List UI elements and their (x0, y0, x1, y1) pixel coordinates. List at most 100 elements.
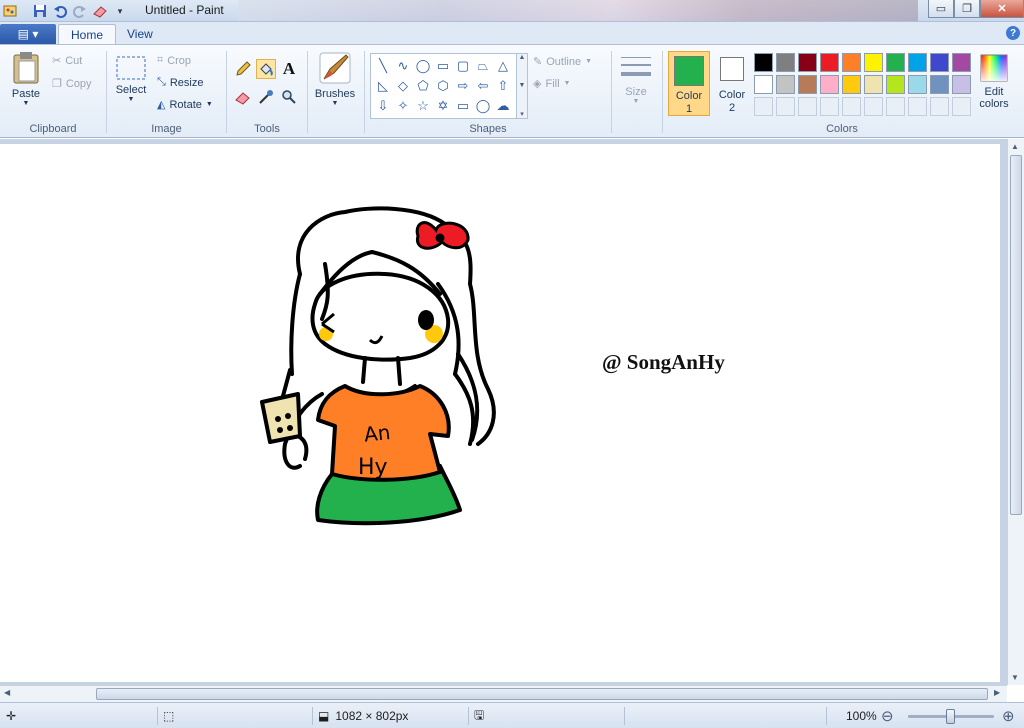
four-point-star-shape-icon[interactable]: ✧ (393, 96, 413, 116)
vertical-scroll-thumb[interactable] (1010, 155, 1022, 515)
palette-swatch[interactable] (842, 53, 861, 72)
palette-swatch[interactable] (842, 75, 861, 94)
triangle-shape-icon[interactable]: △ (493, 56, 513, 76)
crop-button[interactable]: ⌗ Crop (157, 54, 191, 67)
palette-swatch[interactable] (754, 53, 773, 72)
select-button[interactable]: Select ▼ (113, 55, 149, 103)
scroll-right-icon[interactable]: ▶ (994, 688, 1000, 697)
five-point-star-shape-icon[interactable]: ☆ (413, 96, 433, 116)
file-menu-button[interactable]: ▤ ▾ (0, 24, 56, 44)
tab-home[interactable]: Home (58, 24, 117, 44)
paste-button[interactable]: Paste ▼ (6, 51, 46, 107)
rounded-callout-shape-icon[interactable]: ▭ (453, 96, 473, 116)
palette-custom-swatch[interactable] (886, 97, 905, 116)
size-button[interactable]: Size ▼ (616, 53, 656, 105)
palette-custom-swatch[interactable] (754, 97, 773, 116)
oval-callout-shape-icon[interactable]: ◯ (473, 96, 493, 116)
palette-swatch[interactable] (886, 53, 905, 72)
fill-tool[interactable] (256, 59, 276, 79)
up-arrow-shape-icon[interactable]: ⇧ (493, 76, 513, 96)
zoom-in-icon[interactable]: ⊕ (1002, 703, 1015, 728)
palette-swatch[interactable] (908, 75, 927, 94)
help-icon[interactable]: ? (1006, 26, 1020, 40)
color1-button[interactable]: Color 1 (668, 51, 710, 116)
eraser-icon[interactable] (90, 2, 110, 20)
fill-button[interactable]: ◈ Fill ▼ (533, 77, 570, 91)
curve-shape-icon[interactable]: ∿ (393, 56, 413, 76)
redo-icon[interactable] (70, 2, 90, 20)
hexagon-shape-icon[interactable]: ⬡ (433, 76, 453, 96)
color-picker-tool[interactable] (256, 87, 276, 107)
oval-shape-icon[interactable]: ◯ (413, 56, 433, 76)
color2-button[interactable]: Color 2 (712, 51, 752, 116)
vertical-scrollbar[interactable]: ▲ ▼ (1007, 139, 1024, 685)
customize-dropdown-icon[interactable]: ▾ (110, 2, 130, 20)
polygon-shape-icon[interactable]: ⏢ (473, 56, 493, 76)
diamond-shape-icon[interactable]: ◇ (393, 76, 413, 96)
scroll-down-icon[interactable]: ▼ (1011, 673, 1019, 682)
palette-custom-swatch[interactable] (842, 97, 861, 116)
outline-button[interactable]: ✎ Outline ▼ (533, 55, 592, 69)
palette-swatch[interactable] (952, 53, 971, 72)
pentagon-shape-icon[interactable]: ⬠ (413, 76, 433, 96)
shapes-gallery-scroll[interactable]: ▲ ▼ ▾ (516, 54, 527, 118)
pencil-tool[interactable] (233, 59, 253, 79)
resize-button[interactable]: ⤡ Resize (157, 76, 203, 89)
copy-button[interactable]: ❐ Copy (52, 77, 92, 91)
palette-swatch[interactable] (952, 75, 971, 94)
palette-custom-swatch[interactable] (952, 97, 971, 116)
scroll-left-icon[interactable]: ◀ (4, 688, 10, 697)
palette-swatch[interactable] (930, 53, 949, 72)
palette-custom-swatch[interactable] (776, 97, 795, 116)
zoom-out-icon[interactable]: ⊖ (881, 703, 894, 728)
palette-custom-swatch[interactable] (820, 97, 839, 116)
chevron-up-icon[interactable]: ▲ (519, 54, 526, 61)
brushes-button[interactable]: Brushes ▼ (312, 51, 358, 107)
rotate-button[interactable]: ◭ Rotate ▼ (157, 98, 213, 112)
undo-icon[interactable] (50, 2, 70, 20)
left-arrow-shape-icon[interactable]: ⇦ (473, 76, 493, 96)
drawing-canvas[interactable]: An Hy @ SongAnHy (0, 144, 1006, 690)
eraser-tool[interactable] (233, 87, 253, 107)
tab-view[interactable]: View (115, 24, 165, 44)
rectangle-shape-icon[interactable]: ▭ (433, 56, 453, 76)
close-button[interactable]: ✕ (980, 0, 1024, 18)
zoom-slider-thumb[interactable] (946, 709, 955, 724)
palette-swatch[interactable] (798, 75, 817, 94)
cloud-callout-shape-icon[interactable]: ☁ (493, 96, 513, 116)
maximize-button[interactable]: ❐ (954, 0, 980, 18)
down-arrow-shape-icon[interactable]: ⇩ (373, 96, 393, 116)
edit-colors-button[interactable]: Edit colors (972, 53, 1016, 110)
horizontal-scrollbar[interactable]: ◀ ▶ (0, 685, 1007, 702)
six-point-star-shape-icon[interactable]: ✡ (433, 96, 453, 116)
palette-swatch[interactable] (864, 75, 883, 94)
palette-swatch[interactable] (754, 75, 773, 94)
palette-swatch[interactable] (930, 75, 949, 94)
palette-swatch[interactable] (820, 75, 839, 94)
horizontal-scroll-thumb[interactable] (96, 688, 988, 700)
palette-custom-swatch[interactable] (798, 97, 817, 116)
palette-swatch[interactable] (776, 53, 795, 72)
palette-swatch[interactable] (776, 75, 795, 94)
palette-swatch[interactable] (886, 75, 905, 94)
palette-swatch[interactable] (820, 53, 839, 72)
right-triangle-shape-icon[interactable]: ◺ (373, 76, 393, 96)
palette-swatch[interactable] (798, 53, 817, 72)
palette-swatch[interactable] (864, 53, 883, 72)
palette-custom-swatch[interactable] (930, 97, 949, 116)
palette-swatch[interactable] (908, 53, 927, 72)
save-icon[interactable] (30, 2, 50, 20)
cut-button[interactable]: ✂ Cut (52, 54, 82, 68)
right-arrow-shape-icon[interactable]: ⇨ (453, 76, 473, 96)
rounded-rectangle-shape-icon[interactable]: ▢ (453, 56, 473, 76)
chevron-down-icon[interactable]: ▼ (519, 82, 526, 89)
line-shape-icon[interactable]: ╲ (373, 56, 393, 76)
palette-custom-swatch[interactable] (908, 97, 927, 116)
scroll-up-icon[interactable]: ▲ (1011, 142, 1019, 151)
palette-custom-swatch[interactable] (864, 97, 883, 116)
paint-app-icon[interactable] (0, 2, 20, 20)
text-tool[interactable]: A (279, 59, 299, 79)
minimize-button[interactable]: ▭ (928, 0, 954, 18)
magnifier-tool[interactable] (279, 87, 299, 107)
gallery-expand-icon[interactable]: ▾ (520, 110, 524, 118)
